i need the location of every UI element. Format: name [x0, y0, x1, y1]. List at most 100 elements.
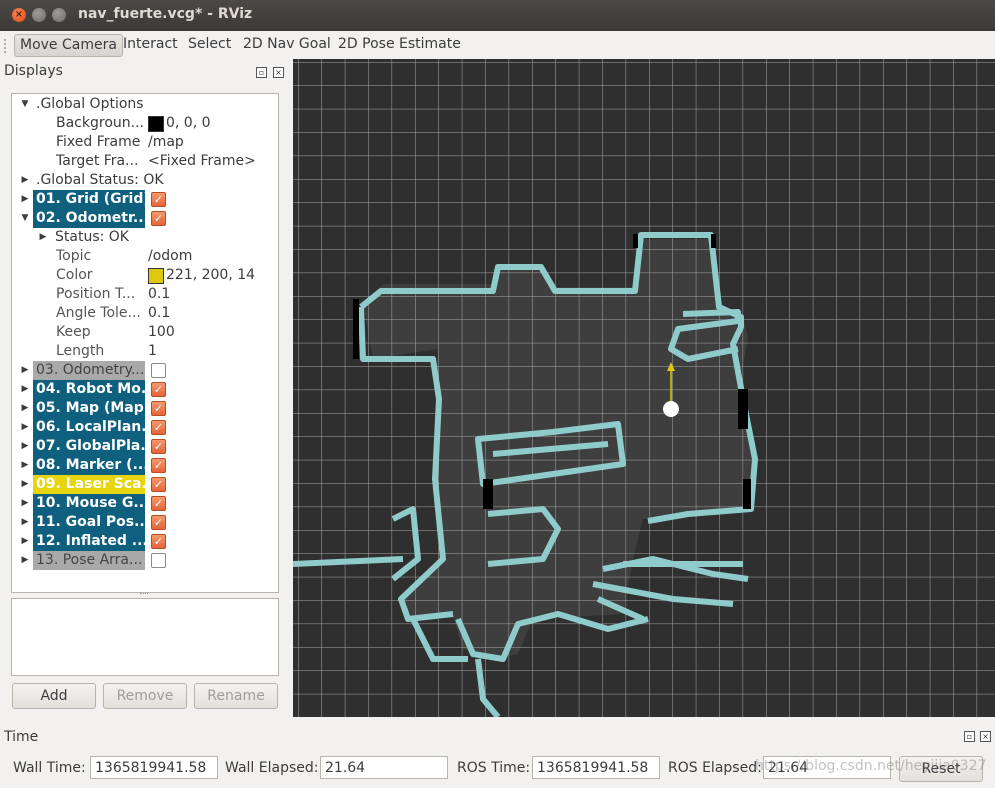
- collapsed-arrow-icon[interactable]: ▶: [20, 361, 30, 380]
- enable-checkbox[interactable]: ✓: [151, 192, 166, 207]
- position-tolerance-label: Position T...: [56, 286, 136, 302]
- odometry-status-row[interactable]: ▶ Status: OK: [12, 228, 278, 247]
- enable-checkbox[interactable]: ✓: [151, 382, 166, 397]
- topic-value[interactable]: /odom: [148, 247, 192, 266]
- color-row[interactable]: Color 221, 200, 14: [12, 266, 278, 285]
- display-item-pose-array[interactable]: ▶ 13. Pose Arra...: [12, 551, 278, 570]
- display-item-laser-scan[interactable]: ▶ 09. Laser Sca... ✓: [12, 475, 278, 494]
- remove-button[interactable]: Remove: [103, 683, 187, 709]
- collapsed-arrow-icon[interactable]: ▶: [20, 532, 30, 551]
- move-camera-tool[interactable]: Move Camera: [14, 34, 123, 57]
- interact-tool[interactable]: Interact: [118, 34, 183, 55]
- close-panel-icon[interactable]: ×: [273, 67, 284, 78]
- ros-time-field[interactable]: 1365819941.58: [532, 756, 660, 779]
- robot-model-icon[interactable]: [663, 401, 679, 417]
- display-item-grid[interactable]: ▶ 01. Grid (Grid) ✓: [12, 190, 278, 209]
- background-value[interactable]: 0, 0, 0: [166, 114, 211, 133]
- display-item-map[interactable]: ▶ 05. Map (Map) ✓: [12, 399, 278, 418]
- enable-checkbox[interactable]: ✓: [151, 496, 166, 511]
- display-item-label: 06. LocalPlan...: [33, 418, 145, 437]
- enable-checkbox[interactable]: ✓: [151, 211, 166, 226]
- panel-splitter[interactable]: [140, 593, 148, 596]
- close-window-button[interactable]: ×: [12, 8, 26, 22]
- display-item-label: 10. Mouse G...: [33, 494, 145, 513]
- length-value[interactable]: 1: [148, 342, 157, 361]
- color-value[interactable]: 221, 200, 14: [166, 266, 255, 285]
- keep-value[interactable]: 100: [148, 323, 175, 342]
- global-status-row[interactable]: ▶ .Global Status: OK: [12, 171, 278, 190]
- toolbar-grip-handle[interactable]: [4, 39, 9, 53]
- enable-checkbox[interactable]: [151, 553, 166, 568]
- display-item-label: 08. Marker (...: [33, 456, 145, 475]
- angle-tolerance-value[interactable]: 0.1: [148, 304, 170, 323]
- select-tool[interactable]: Select: [183, 34, 236, 55]
- background-color-swatch[interactable]: [148, 116, 164, 132]
- display-item-robot-model[interactable]: ▶ 04. Robot Mo... ✓: [12, 380, 278, 399]
- collapsed-arrow-icon[interactable]: ▶: [20, 494, 30, 513]
- collapsed-arrow-icon[interactable]: ▶: [20, 475, 30, 494]
- collapsed-arrow-icon[interactable]: ▶: [20, 551, 30, 570]
- displays-panel-title: Displays: [4, 63, 63, 79]
- maximize-window-button[interactable]: [52, 8, 66, 22]
- add-button[interactable]: Add: [12, 683, 96, 709]
- background-label: Backgroun...: [56, 115, 144, 131]
- enable-checkbox[interactable]: ✓: [151, 534, 166, 549]
- collapsed-arrow-icon[interactable]: ▶: [20, 513, 30, 532]
- rename-button[interactable]: Rename: [194, 683, 278, 709]
- angle-tolerance-row[interactable]: Angle Tole... 0.1: [12, 304, 278, 323]
- enable-checkbox[interactable]: ✓: [151, 458, 166, 473]
- odometry-color-swatch[interactable]: [148, 268, 164, 284]
- pose-estimate-tool[interactable]: 2D Pose Estimate: [333, 34, 466, 55]
- display-item-odometry-2[interactable]: ▶ 03. Odometry...: [12, 361, 278, 380]
- displays-tree[interactable]: ▼ .Global Options Backgroun... 0, 0, 0 F…: [11, 93, 279, 593]
- position-tolerance-value[interactable]: 0.1: [148, 285, 170, 304]
- enable-checkbox[interactable]: ✓: [151, 401, 166, 416]
- collapsed-arrow-icon[interactable]: ▶: [20, 380, 30, 399]
- expanded-arrow-icon[interactable]: ▼: [20, 209, 30, 228]
- global-options-row[interactable]: ▼ .Global Options: [12, 95, 278, 114]
- display-item-global-plan[interactable]: ▶ 07. GlobalPla... ✓: [12, 437, 278, 456]
- collapsed-arrow-icon[interactable]: ▶: [20, 437, 30, 456]
- enable-checkbox[interactable]: ✓: [151, 439, 166, 454]
- length-row[interactable]: Length 1: [12, 342, 278, 361]
- close-time-panel-icon[interactable]: ×: [980, 731, 991, 742]
- display-item-label: 12. Inflated ...: [33, 532, 145, 551]
- map-view[interactable]: [293, 59, 995, 717]
- nav-goal-tool[interactable]: 2D Nav Goal: [238, 34, 336, 55]
- ros-time-label: ROS Time:: [457, 760, 531, 776]
- display-item-goal-pose[interactable]: ▶ 11. Goal Pos... ✓: [12, 513, 278, 532]
- display-item-inflated[interactable]: ▶ 12. Inflated ... ✓: [12, 532, 278, 551]
- fixed-frame-row[interactable]: Fixed Frame /map: [12, 133, 278, 152]
- enable-checkbox[interactable]: ✓: [151, 477, 166, 492]
- minimize-window-button[interactable]: [32, 8, 46, 22]
- topic-row[interactable]: Topic /odom: [12, 247, 278, 266]
- enable-checkbox[interactable]: ✓: [151, 420, 166, 435]
- display-item-mouse-goal[interactable]: ▶ 10. Mouse G... ✓: [12, 494, 278, 513]
- wall-time-field[interactable]: 1365819941.58: [90, 756, 218, 779]
- target-frame-row[interactable]: Target Fra... <Fixed Frame>: [12, 152, 278, 171]
- fixed-frame-value[interactable]: /map: [148, 133, 184, 152]
- collapsed-arrow-icon[interactable]: ▶: [20, 171, 30, 190]
- display-item-label: 13. Pose Arra...: [33, 551, 145, 570]
- display-item-label: 03. Odometry...: [33, 361, 145, 380]
- collapsed-arrow-icon[interactable]: ▶: [20, 190, 30, 209]
- float-time-panel-icon[interactable]: ▫: [964, 731, 975, 742]
- expanded-arrow-icon[interactable]: ▼: [20, 95, 30, 114]
- enable-checkbox[interactable]: [151, 363, 166, 378]
- collapsed-arrow-icon[interactable]: ▶: [20, 399, 30, 418]
- target-frame-value[interactable]: <Fixed Frame>: [148, 152, 256, 171]
- keep-row[interactable]: Keep 100: [12, 323, 278, 342]
- float-panel-icon[interactable]: ▫: [256, 67, 267, 78]
- enable-checkbox[interactable]: ✓: [151, 515, 166, 530]
- display-item-odometry[interactable]: ▼ 02. Odometr... ✓: [12, 209, 278, 228]
- display-item-label: 04. Robot Mo...: [33, 380, 145, 399]
- display-item-marker[interactable]: ▶ 08. Marker (... ✓: [12, 456, 278, 475]
- background-property-row[interactable]: Backgroun... 0, 0, 0: [12, 114, 278, 133]
- render-viewport[interactable]: [293, 59, 995, 717]
- collapsed-arrow-icon[interactable]: ▶: [38, 228, 48, 247]
- position-tolerance-row[interactable]: Position T... 0.1: [12, 285, 278, 304]
- collapsed-arrow-icon[interactable]: ▶: [20, 456, 30, 475]
- collapsed-arrow-icon[interactable]: ▶: [20, 418, 30, 437]
- wall-elapsed-field[interactable]: 21.64: [320, 756, 448, 779]
- display-item-local-plan[interactable]: ▶ 06. LocalPlan... ✓: [12, 418, 278, 437]
